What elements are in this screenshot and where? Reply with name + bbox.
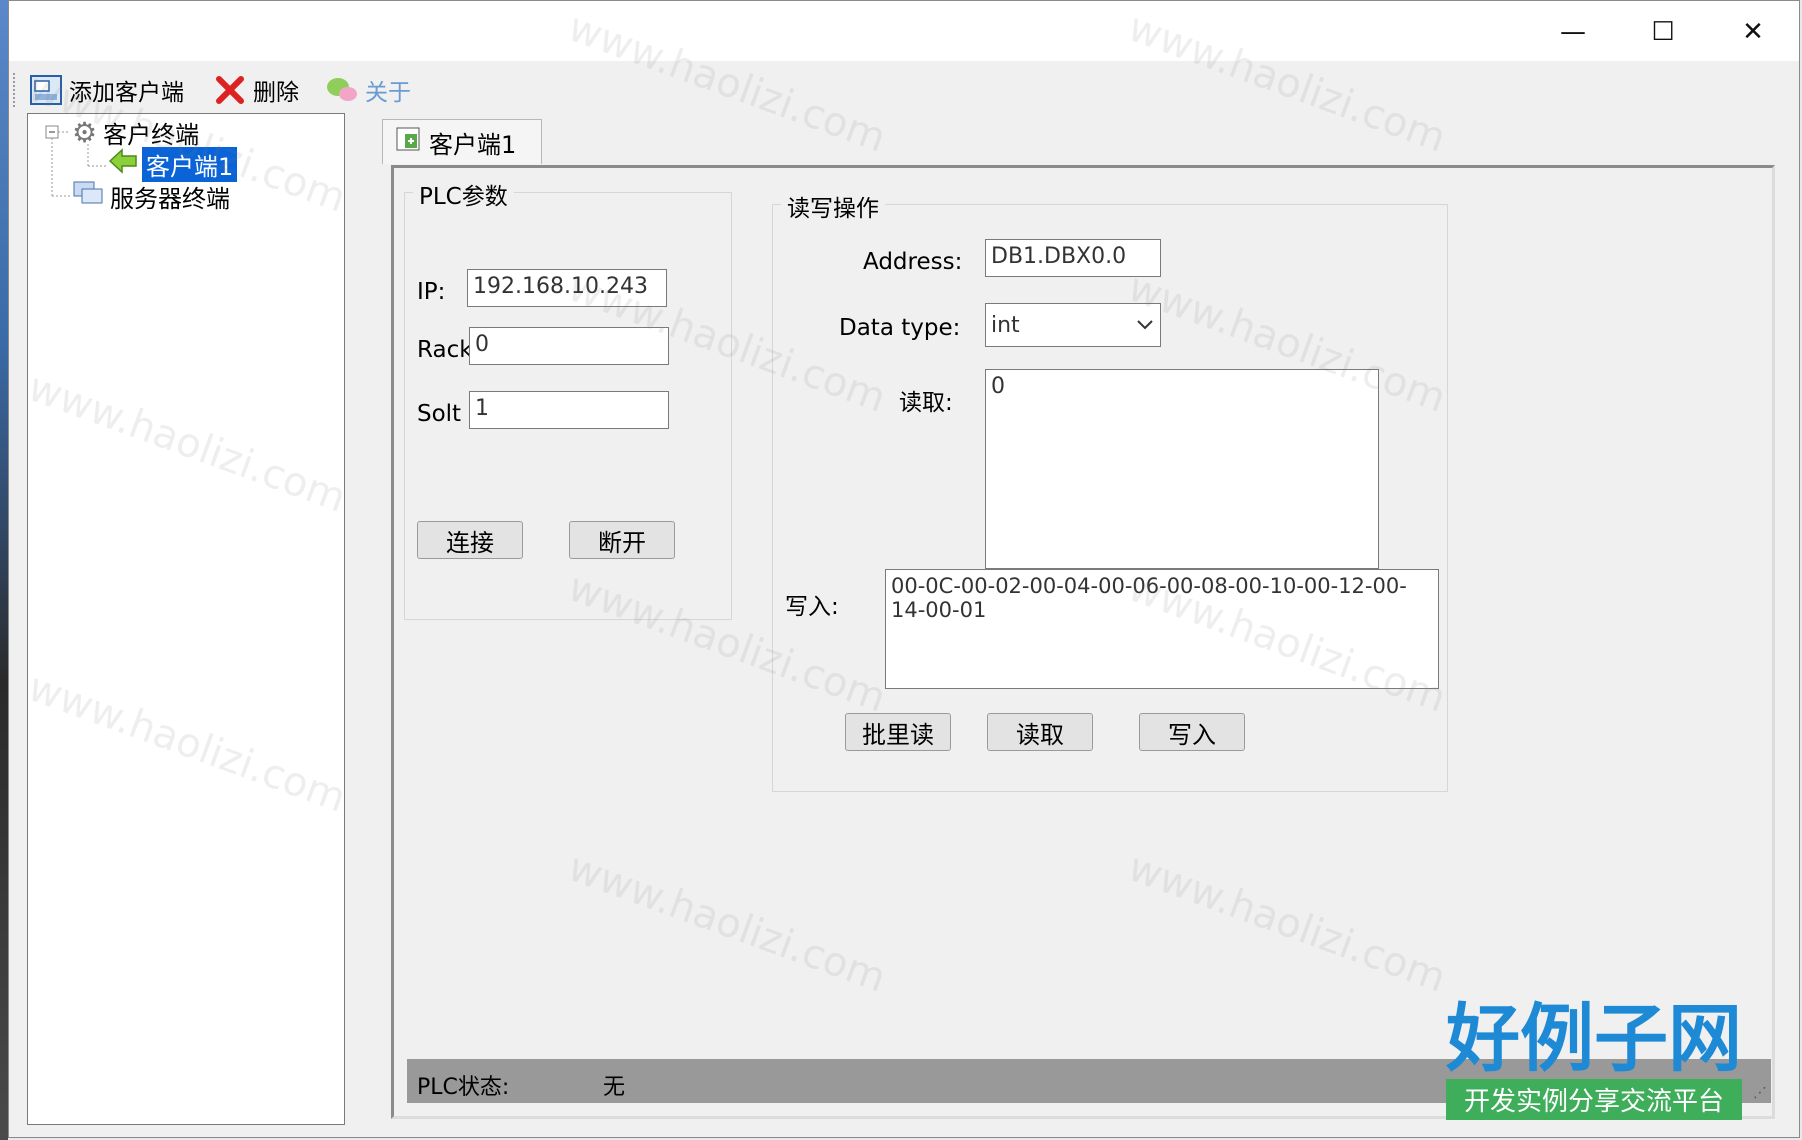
solt-label: Solt xyxy=(417,401,462,427)
back-arrow-icon xyxy=(108,148,138,180)
tree-node-servers[interactable]: 服务器终端 xyxy=(72,179,230,213)
delete-icon xyxy=(213,73,247,107)
read-label: 读取: xyxy=(899,390,953,416)
plc-params-title: PLC参数 xyxy=(413,177,514,211)
plc-params-group: PLC参数 IP: 192.168.10.243 Rack 0 Solt 1 连… xyxy=(404,177,732,620)
plc-status-value: 无 xyxy=(603,1075,626,1100)
app-window: — ☐ ✕ 添加客户端 删除 关于 ⚙ 客户终端 客户端1 服务器终端 客户端1… xyxy=(8,0,1800,1138)
add-client-button[interactable]: 添加客户端 xyxy=(29,73,184,107)
ip-label: IP: xyxy=(417,279,446,305)
disconnect-button[interactable]: 断开 xyxy=(569,521,675,559)
minimize-icon: — xyxy=(1560,17,1586,47)
close-button[interactable]: ✕ xyxy=(1717,9,1789,55)
close-icon: ✕ xyxy=(1742,17,1764,47)
connect-button[interactable]: 连接 xyxy=(417,521,523,559)
tree-node-client1-label: 客户端1 xyxy=(142,146,238,182)
batch-read-button[interactable]: 批里读 xyxy=(845,713,951,751)
read-write-title: 读写操作 xyxy=(781,189,885,223)
datatype-label: Data type: xyxy=(839,315,961,341)
write-input[interactable]: 00-0C-00-02-00-04-00-06-00-08-00-10-00-1… xyxy=(885,569,1439,689)
chevron-down-icon xyxy=(1135,313,1155,338)
tree-node-clients-label: 客户终端 xyxy=(103,120,200,149)
gear-icon: ⚙ xyxy=(72,115,98,149)
add-client-icon xyxy=(29,73,63,107)
tab-page: PLC参数 IP: 192.168.10.243 Rack 0 Solt 1 连… xyxy=(391,165,1775,1119)
maximize-icon: ☐ xyxy=(1651,17,1675,47)
tab-label: 客户端1 xyxy=(429,130,517,159)
resize-grip-icon: ⋰ xyxy=(1753,1085,1767,1101)
tree-node-servers-label: 服务器终端 xyxy=(110,184,230,213)
plc-status-label: PLC状态: xyxy=(417,1075,510,1100)
address-input[interactable]: DB1.DBX0.0 xyxy=(985,239,1161,277)
maximize-button[interactable]: ☐ xyxy=(1627,9,1699,55)
delete-label: 删除 xyxy=(253,80,299,106)
address-label: Address: xyxy=(863,249,963,275)
write-label: 写入: xyxy=(785,594,839,620)
tab-client1[interactable]: 客户端1 xyxy=(382,119,542,164)
datatype-value: int xyxy=(991,312,1020,338)
toolbar-grip xyxy=(13,73,18,107)
server-icon xyxy=(72,179,104,213)
brand-title: 好例子网 xyxy=(1446,996,1742,1082)
write-button[interactable]: 写入 xyxy=(1139,713,1245,751)
minimize-button[interactable]: — xyxy=(1537,9,1609,55)
toolbar: 添加客户端 删除 关于 xyxy=(9,63,1799,115)
add-client-label: 添加客户端 xyxy=(69,80,184,106)
ip-input[interactable]: 192.168.10.243 xyxy=(467,269,667,307)
read-button[interactable]: 读取 xyxy=(987,713,1093,751)
brand-logo: 好例子网 开发实例分享交流平台 xyxy=(1446,999,1742,1120)
delete-button[interactable]: 删除 xyxy=(213,73,299,107)
rack-input[interactable]: 0 xyxy=(469,327,669,365)
read-write-group: 读写操作 Address: DB1.DBX0.0 Data type: int … xyxy=(772,189,1448,792)
tab-icon xyxy=(395,126,421,158)
solt-input[interactable]: 1 xyxy=(469,391,669,429)
tree-view[interactable]: ⚙ 客户终端 客户端1 服务器终端 xyxy=(27,113,345,1125)
rack-label: Rack xyxy=(417,337,473,363)
desktop-background xyxy=(0,0,8,1140)
datatype-select[interactable]: int xyxy=(985,303,1161,347)
title-bar: — ☐ ✕ xyxy=(9,1,1799,61)
tree-node-clients[interactable]: ⚙ 客户终端 xyxy=(72,115,200,149)
about-label: 关于 xyxy=(365,80,411,106)
read-output[interactable]: 0 xyxy=(985,369,1379,569)
tree-node-client1[interactable]: 客户端1 xyxy=(108,146,238,182)
chat-bubbles-icon xyxy=(325,73,359,107)
about-button[interactable]: 关于 xyxy=(325,73,411,107)
brand-subtitle: 开发实例分享交流平台 xyxy=(1446,1079,1742,1120)
